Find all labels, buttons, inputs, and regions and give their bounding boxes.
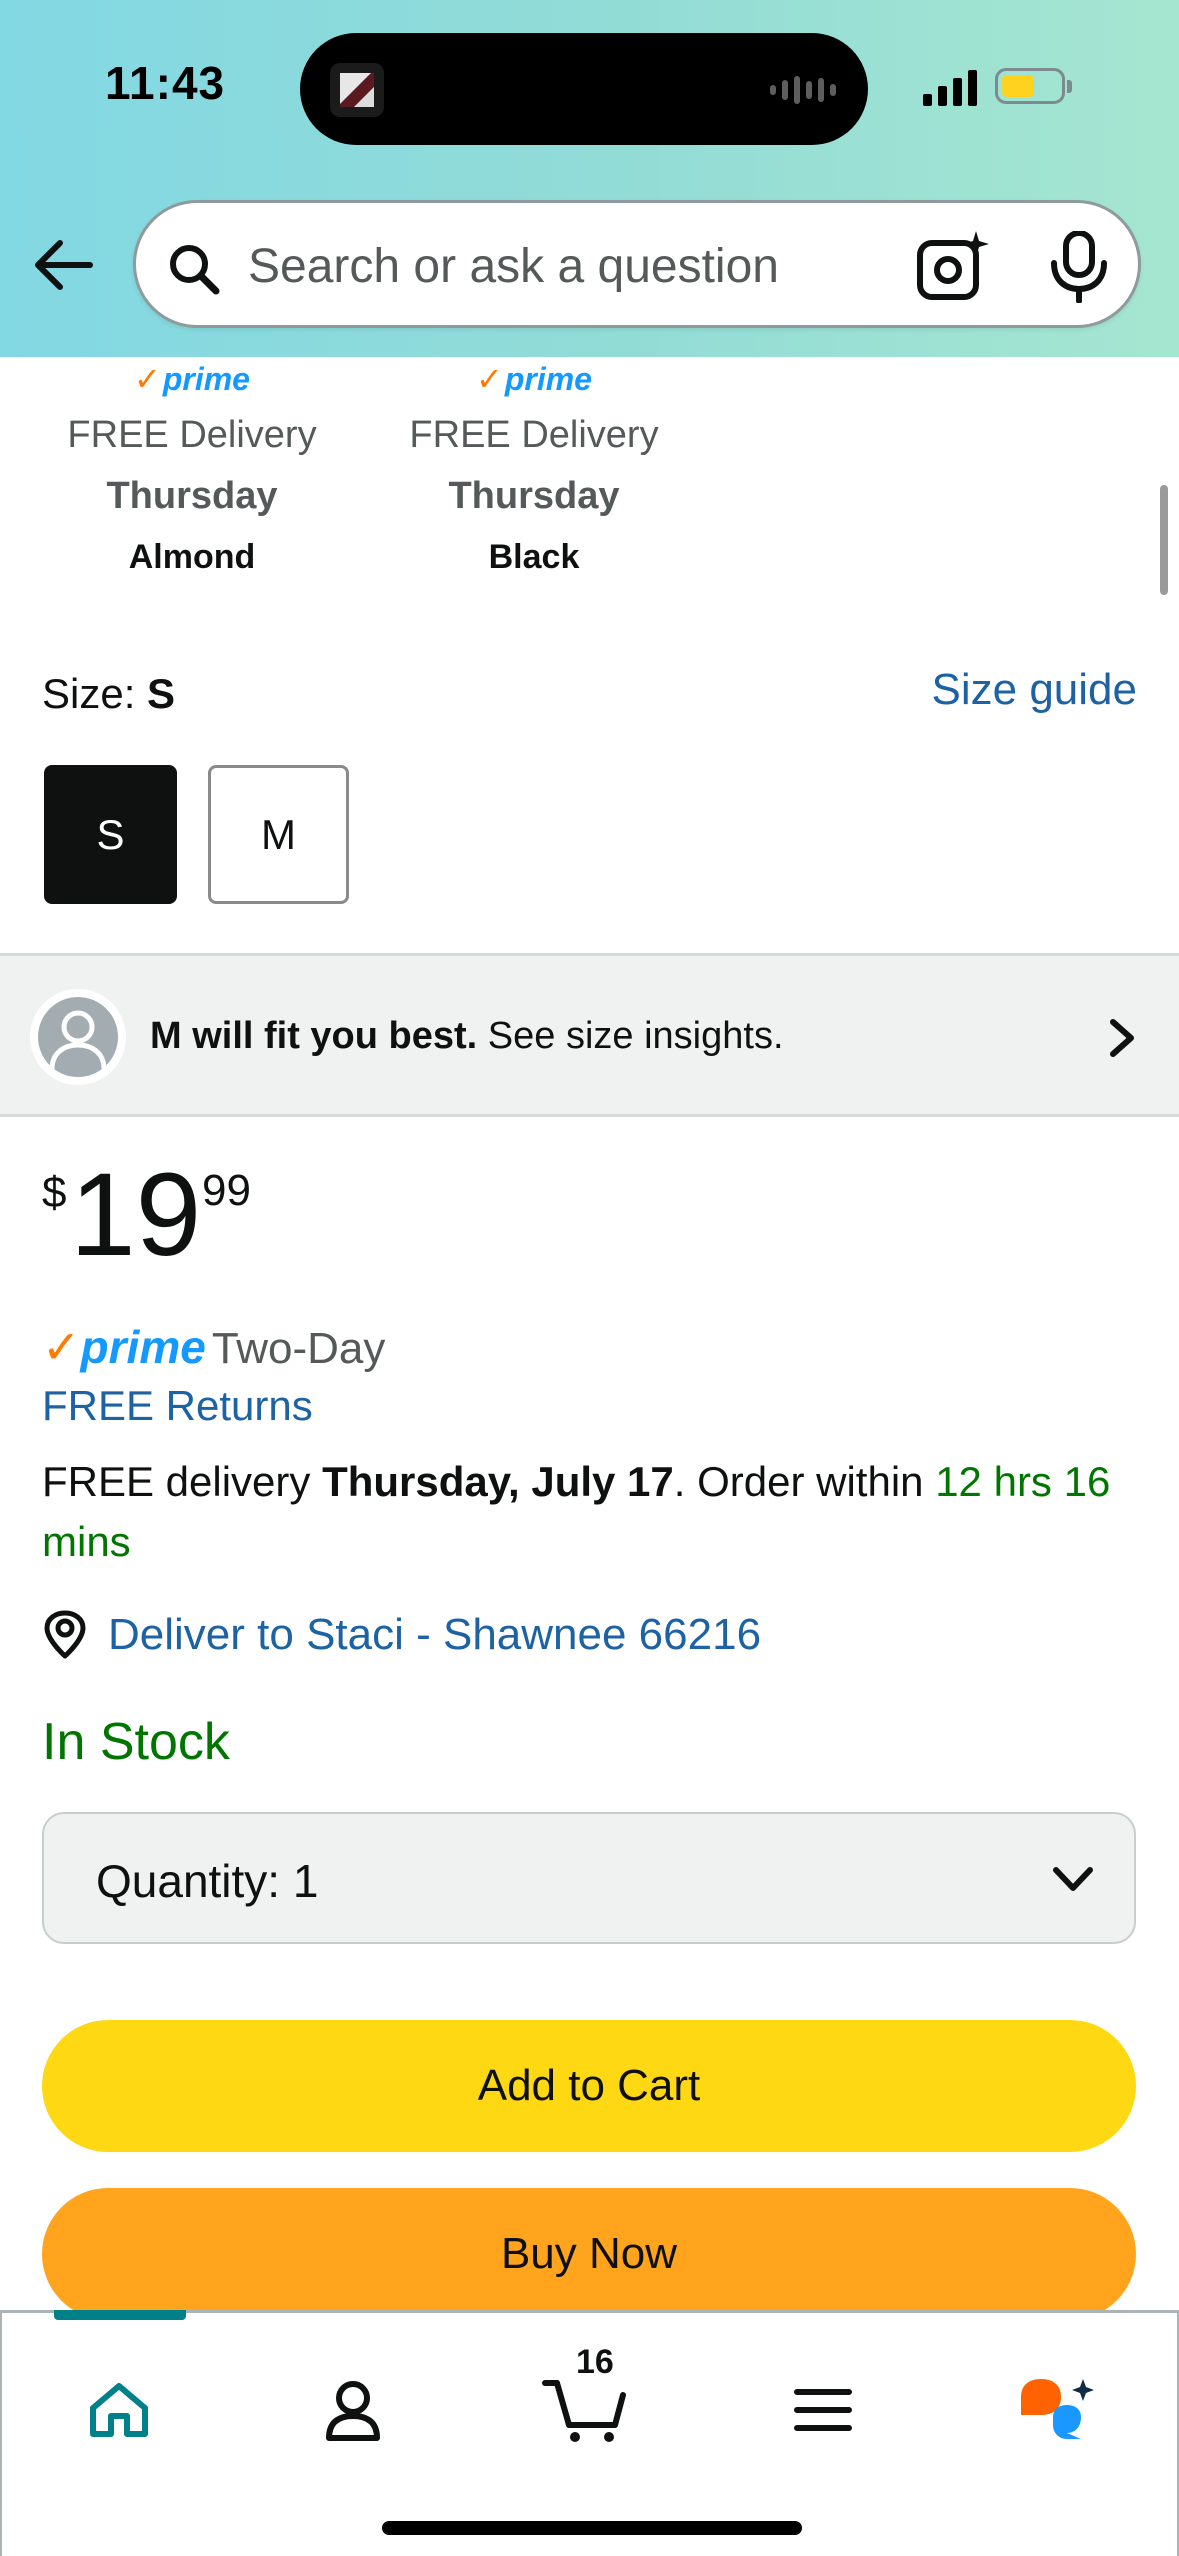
cellular-signal-icon <box>923 66 977 106</box>
variant-delivery: FREE Delivery <box>409 414 659 456</box>
size-option-m[interactable]: M <box>208 765 349 904</box>
quantity-label: Quantity: 1 <box>96 1855 319 1907</box>
stock-status: In Stock <box>42 1713 230 1771</box>
battery-icon <box>995 68 1072 104</box>
delivery-info: FREE delivery Thursday, July 17. Order w… <box>42 1458 1111 1565</box>
quantity-select[interactable]: Quantity: 1 <box>42 1812 1136 1944</box>
variant-color-name: Almond <box>128 538 256 576</box>
nav-account[interactable] <box>298 2355 408 2465</box>
nav-home[interactable] <box>64 2355 174 2465</box>
price-symbol: $ <box>42 1168 67 1217</box>
location-pin-icon <box>44 1610 86 1659</box>
size-insights-banner[interactable]: M will fit you best. See size insights. <box>0 953 1179 1117</box>
selected-size: S <box>147 670 176 717</box>
free-returns-link[interactable]: FREE Returns <box>42 1382 313 1430</box>
audio-wave-icon <box>770 73 836 107</box>
variant-tile-almond[interactable]: ✓prime FREE Delivery Thursday Almond <box>42 360 342 577</box>
person-icon <box>49 1010 107 1070</box>
avatar <box>30 989 126 1085</box>
menu-icon <box>794 2389 852 2431</box>
size-option-s[interactable]: S <box>44 765 177 904</box>
back-arrow-icon[interactable] <box>30 230 100 300</box>
prime-badge: ✓prime <box>476 361 592 397</box>
variant-color-name: Black <box>488 538 580 576</box>
prime-check-icon: ✓ <box>42 1321 81 1373</box>
price-fraction: 99 <box>202 1166 251 1215</box>
variant-delivery-day: Thursday <box>106 475 278 517</box>
nav-rufus[interactable] <box>1002 2355 1112 2465</box>
microphone-icon[interactable] <box>1046 231 1112 303</box>
home-icon <box>90 2383 148 2437</box>
search-bar[interactable]: Search or ask a question <box>133 200 1141 328</box>
prime-two-day: ✓prime Two-Day <box>42 1321 386 1373</box>
rufus-icon <box>1021 2379 1094 2439</box>
search-input[interactable]: Search or ask a question <box>248 239 779 294</box>
cart-count-badge: 16 <box>576 2343 614 2381</box>
search-icon <box>170 245 220 295</box>
buy-now-button[interactable]: Buy Now <box>42 2188 1136 2320</box>
price-whole: 19 <box>70 1149 202 1281</box>
prime-check-icon: ✓ <box>134 361 161 397</box>
scroll-indicator[interactable] <box>1160 485 1168 595</box>
variant-tile-black[interactable]: ✓prime FREE Delivery Thursday Black <box>384 360 684 577</box>
size-label: Size: S <box>42 670 176 717</box>
variant-delivery-day: Thursday <box>448 475 620 517</box>
quantity-value: 1 <box>292 1855 319 1907</box>
prime-badge: ✓prime <box>134 361 250 397</box>
home-indicator[interactable] <box>382 2521 802 2535</box>
chevron-down-icon <box>1053 1867 1093 1891</box>
nav-menu[interactable] <box>768 2355 878 2465</box>
status-time: 11:43 <box>105 57 226 109</box>
bottom-nav: 16 <box>0 2310 1179 2556</box>
account-icon <box>326 2381 380 2441</box>
prime-check-icon: ✓ <box>476 361 503 397</box>
add-to-cart-button[interactable]: Add to Cart <box>42 2020 1136 2152</box>
header: 11:43 Search or ask a question <box>0 0 1179 357</box>
fit-recommendation: M will fit you best. See size insights. <box>150 1015 784 1057</box>
prime-logo: ✓prime <box>42 1321 206 1373</box>
variant-delivery: FREE Delivery <box>67 414 317 456</box>
now-playing-artwork <box>330 63 384 117</box>
active-tab-indicator <box>54 2310 186 2320</box>
camera-search-icon[interactable] <box>914 229 990 305</box>
cart-icon <box>542 2380 626 2442</box>
deliver-to-link[interactable]: Deliver to Staci - Shawnee 66216 <box>42 1610 761 1660</box>
size-guide-link[interactable]: Size guide <box>932 665 1137 715</box>
dynamic-island[interactable] <box>300 33 868 145</box>
chevron-right-icon <box>1110 1019 1134 1057</box>
